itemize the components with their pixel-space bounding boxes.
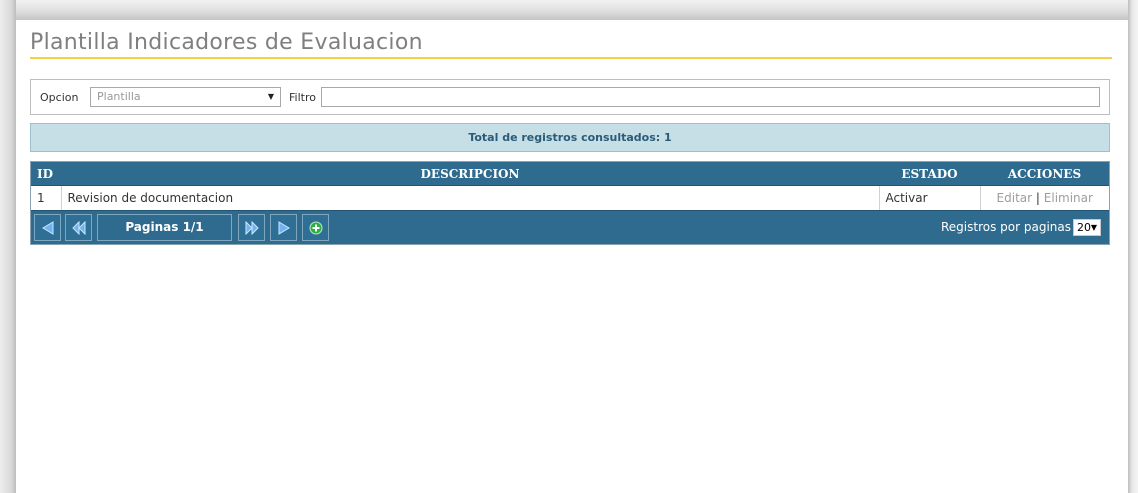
next-page-button[interactable] xyxy=(238,214,265,241)
records-per-page-label: Registros por paginas xyxy=(940,220,1071,234)
column-header-descripcion[interactable]: DESCRIPCION xyxy=(61,162,879,186)
last-page-icon xyxy=(278,221,290,235)
title-underline xyxy=(30,57,1112,59)
last-page-button[interactable] xyxy=(270,214,297,241)
column-header-acciones: ACCIONES xyxy=(980,162,1109,186)
cell-descripcion: Revision de documentacion xyxy=(61,185,880,210)
first-page-button[interactable] xyxy=(34,214,61,241)
delete-link[interactable]: Eliminar xyxy=(1044,191,1093,205)
pager-bar: Paginas 1/1 Registros por paginas 20 ▼ xyxy=(31,210,1109,244)
filter-box: Opcion Plantilla ▼ Filtro xyxy=(30,79,1110,115)
cell-acciones: Editar | Eliminar xyxy=(980,186,1109,211)
filtro-input[interactable] xyxy=(321,87,1100,107)
column-header-estado[interactable]: ESTADO xyxy=(879,162,980,186)
top-shadow xyxy=(0,0,1138,20)
cell-id: 1 xyxy=(31,185,62,210)
filtro-label: Filtro xyxy=(289,91,316,104)
records-per-page-select[interactable]: 20 ▼ xyxy=(1073,219,1101,236)
opcion-select[interactable]: Plantilla ▼ xyxy=(90,87,281,107)
records-grid: ID DESCRIPCION ESTADO ACCIONES 1 Revisio… xyxy=(30,161,1110,245)
right-shadow xyxy=(1128,0,1138,493)
table-row: 1 Revision de documentacion Activar Edit… xyxy=(31,185,1109,211)
main-panel: Plantilla Indicadores de Evaluacion Opci… xyxy=(16,20,1128,493)
chevron-down-icon: ▼ xyxy=(1090,223,1097,232)
double-right-icon xyxy=(245,221,259,235)
page-indicator: Paginas 1/1 xyxy=(97,214,232,241)
cell-estado: Activar xyxy=(879,185,981,210)
add-record-button[interactable] xyxy=(302,214,329,241)
page-title: Plantilla Indicadores de Evaluacion xyxy=(30,30,423,55)
add-icon xyxy=(309,221,323,235)
chevron-down-icon: ▼ xyxy=(267,92,274,101)
column-header-id[interactable]: ID xyxy=(31,162,61,186)
edit-link[interactable]: Editar xyxy=(997,191,1033,205)
left-shadow xyxy=(0,0,16,493)
double-left-icon xyxy=(72,221,86,235)
opcion-label: Opcion xyxy=(40,91,79,104)
actions-separator: | xyxy=(1035,191,1040,205)
prev-page-button[interactable] xyxy=(65,214,92,241)
summary-bar: Total de registros consultados: 1 xyxy=(30,123,1110,152)
first-page-icon xyxy=(42,221,54,235)
opcion-select-value: Plantilla xyxy=(97,90,141,103)
records-per-page-value: 20 xyxy=(1077,221,1091,234)
